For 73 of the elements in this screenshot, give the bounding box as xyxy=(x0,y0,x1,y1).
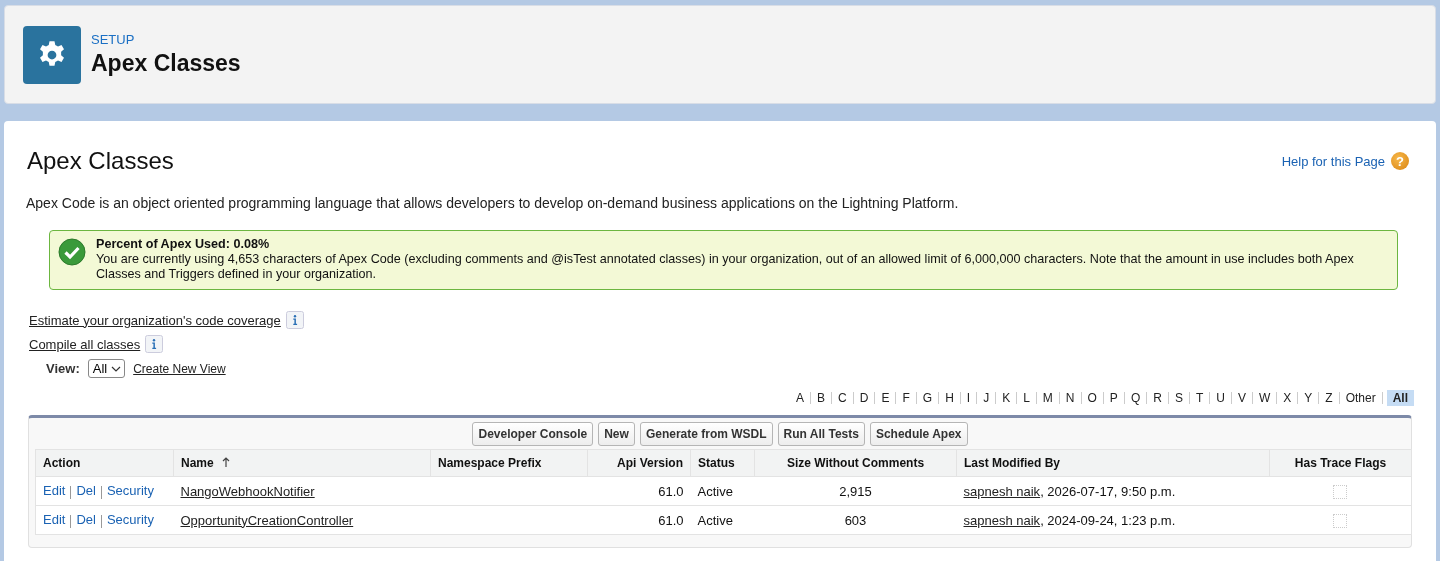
gear-icon xyxy=(23,25,81,84)
table-cell: 603 xyxy=(754,505,957,535)
message-title: Percent of Apex Used: 0.08% xyxy=(96,237,271,252)
modified-text: sapnesh naik, 2024-09-24, 1:23 p.m. xyxy=(963,512,1176,528)
letter-filter[interactable]: I xyxy=(964,390,973,406)
action-link[interactable]: Compile all classes xyxy=(29,336,141,352)
row-action-link[interactable]: Del xyxy=(76,483,96,499)
letter-filter[interactable]: U xyxy=(1214,390,1227,406)
letter-filter[interactable]: H xyxy=(943,390,956,406)
toolbar-button[interactable]: Developer Console xyxy=(472,422,594,446)
view-select[interactable]: All xyxy=(87,359,126,378)
letter-filter[interactable]: Q xyxy=(1128,390,1143,406)
column-header[interactable]: Name xyxy=(173,449,431,477)
letter-filter[interactable]: A xyxy=(794,390,807,406)
column-header[interactable]: Action xyxy=(35,449,174,477)
row-action-link[interactable]: Security xyxy=(106,483,154,499)
letter-filter[interactable]: Z xyxy=(1323,390,1335,406)
letter-filter[interactable]: C xyxy=(836,390,849,406)
letter-filter[interactable]: B xyxy=(815,390,828,406)
sort-arrow-icon[interactable] xyxy=(221,457,230,467)
page-title: Apex Classes xyxy=(27,147,174,175)
table-cell: 61.0 xyxy=(587,505,691,535)
check-icon xyxy=(58,238,86,266)
column-header[interactable]: Last Modified By xyxy=(956,449,1270,477)
letter-filter[interactable]: O xyxy=(1085,390,1099,406)
chevron-down-icon xyxy=(111,365,122,372)
letter-filter[interactable]: All xyxy=(1386,390,1414,406)
modified-text: sapnesh naik, 2026-07-17, 9:50 p.m. xyxy=(963,483,1176,499)
letter-filter[interactable]: P xyxy=(1107,390,1120,406)
letter-filter[interactable]: G xyxy=(920,390,935,406)
letter-filter[interactable]: E xyxy=(879,390,892,406)
message-text: You are currently using 4,653 characters of Apex Code (excluding comments and @isTest annotated classes) in your organization, out of an allowed limit of 6,000,000 characters. Note that the amount in use includes both Apex Classes and Triggers defined in your organization. xyxy=(96,252,1355,282)
table-cell: Active xyxy=(690,505,755,535)
letter-filter[interactable]: J xyxy=(981,390,992,406)
letter-filter[interactable]: T xyxy=(1193,390,1206,406)
letter-filter[interactable]: Other xyxy=(1343,390,1378,406)
table-cell: Active xyxy=(690,476,755,506)
toolbar-button[interactable]: New xyxy=(598,422,635,446)
letter-filter[interactable]: N xyxy=(1063,390,1077,406)
column-header[interactable]: Status xyxy=(690,449,755,477)
row-action-link[interactable]: Security xyxy=(106,512,154,528)
page-description: Apex Code is an object oriented programming language that allows developers to develop on-demand business applications on the Lightning Platform. xyxy=(26,195,960,211)
letter-filter[interactable]: W xyxy=(1256,390,1273,406)
row-action-link[interactable]: Del xyxy=(76,512,96,528)
letter-filter[interactable]: X xyxy=(1281,390,1294,406)
breadcrumb-label: SETUP xyxy=(91,32,136,47)
toolbar-button[interactable]: Schedule Apex xyxy=(869,422,968,446)
letter-filter[interactable]: R xyxy=(1151,390,1164,406)
letter-filter[interactable]: V xyxy=(1235,390,1248,406)
column-header[interactable]: Namespace Prefix xyxy=(430,449,588,477)
row-action-link[interactable]: Edit xyxy=(43,483,66,499)
info-icon[interactable] xyxy=(145,335,164,353)
view-label: View: xyxy=(46,361,80,376)
header-title: Apex Classes xyxy=(91,50,241,77)
column-header[interactable]: Has Trace Flags xyxy=(1269,449,1412,477)
help-link[interactable]: Help for this Page xyxy=(1281,153,1385,169)
row-action-link[interactable]: Edit xyxy=(43,512,66,528)
action-link[interactable]: Estimate your organization's code coverage xyxy=(29,312,281,328)
info-icon[interactable] xyxy=(285,311,304,329)
table-cell: 61.0 xyxy=(587,476,691,506)
table-cell: 2,915 xyxy=(754,476,957,506)
letter-filter[interactable]: F xyxy=(900,390,912,406)
column-header[interactable]: Api Version xyxy=(587,449,691,477)
letter-filter[interactable]: K xyxy=(1000,390,1013,406)
letter-filter[interactable]: S xyxy=(1172,390,1185,406)
letter-filter[interactable]: M xyxy=(1040,390,1055,406)
toolbar-button[interactable]: Run All Tests xyxy=(777,422,865,446)
letter-filter[interactable]: L xyxy=(1021,390,1032,406)
letter-filter[interactable]: Y xyxy=(1302,390,1315,406)
letter-filter[interactable]: D xyxy=(857,390,871,406)
toolbar-button[interactable]: Generate from WSDL xyxy=(639,422,773,446)
create-view-link[interactable]: Create New View xyxy=(133,361,226,376)
column-header[interactable]: Size Without Comments xyxy=(754,449,957,477)
